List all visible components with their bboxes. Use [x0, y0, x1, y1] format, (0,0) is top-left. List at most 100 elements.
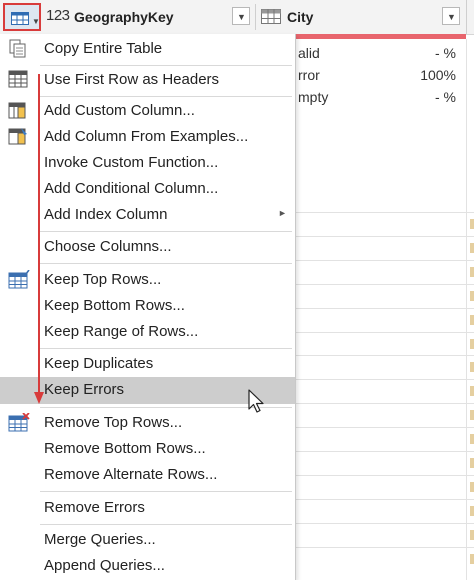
chevron-down-icon: ▼ — [32, 17, 40, 26]
menu-item-use-first-row-as-headers[interactable]: Use First Row as Headers — [0, 67, 295, 94]
menu-item-keep-bottom-rows[interactable]: Keep Bottom Rows... — [0, 293, 295, 320]
table-cell[interactable] — [470, 458, 474, 468]
table-cell[interactable] — [470, 339, 474, 349]
table-cell[interactable] — [470, 219, 474, 229]
number-type-icon[interactable]: 123 — [46, 7, 70, 24]
table-row-divider — [296, 355, 474, 356]
menu-item-label: Copy Entire Table — [44, 40, 163, 57]
menu-item-append-queries[interactable]: Append Queries... — [0, 553, 295, 580]
table-row-divider — [296, 427, 474, 428]
menu-item-merge-queries[interactable]: Merge Queries... — [0, 527, 295, 554]
menu-item-label: Add Index Column — [44, 206, 168, 223]
menu-item-label: Keep Top Rows... — [44, 271, 162, 288]
empty-value: - % — [435, 89, 456, 105]
empty-label: mpty — [298, 89, 329, 105]
table-row-divider — [296, 475, 474, 476]
menu-separator — [40, 65, 292, 66]
menu-item-label: Remove Bottom Rows... — [44, 440, 206, 457]
table-row-divider — [296, 284, 474, 285]
menu-item-label: Add Custom Column... — [44, 102, 195, 119]
table-cell[interactable] — [470, 506, 474, 516]
menu-item-add-column-from-examples[interactable]: Add Column From Examples... — [0, 124, 295, 151]
menu-separator — [40, 524, 292, 525]
table-cell[interactable] — [470, 434, 474, 444]
next-column-header[interactable] — [466, 0, 474, 34]
menu-item-keep-top-rows[interactable]: Keep Top Rows... — [0, 267, 295, 294]
table-context-menu: Copy Entire Table Use First Row as Heade… — [0, 34, 296, 580]
menu-item-choose-columns[interactable]: Choose Columns... — [0, 234, 295, 261]
column-name-geographykey[interactable]: GeographyKey — [74, 9, 174, 25]
menu-item-add-conditional-column[interactable]: Add Conditional Column... — [0, 176, 295, 203]
menu-separator — [40, 96, 292, 97]
mouse-cursor-icon — [248, 389, 264, 413]
table-row-divider — [296, 451, 474, 452]
table-row-divider — [296, 499, 474, 500]
error-value: 100% — [420, 67, 456, 83]
menu-separator — [40, 491, 292, 492]
table-row-divider — [296, 308, 474, 309]
table-cell[interactable] — [470, 554, 474, 564]
error-label: rror — [298, 67, 320, 83]
column-header-bar: ▼ 123 GeographyKey ▼ City ▼ — [0, 0, 474, 35]
menu-item-copy-entire-table[interactable]: Copy Entire Table — [0, 36, 295, 63]
column-filter-button-city[interactable]: ▼ — [442, 7, 460, 25]
menu-item-label: Keep Bottom Rows... — [44, 297, 185, 314]
menu-item-keep-range-of-rows[interactable]: Keep Range of Rows... — [0, 319, 295, 346]
table-menu-button[interactable]: ▼ — [3, 3, 41, 31]
table-row-divider — [296, 547, 474, 548]
menu-item-invoke-custom-function[interactable]: Invoke Custom Function... — [0, 150, 295, 177]
table-row-divider — [296, 403, 474, 404]
table-row-divider — [296, 212, 474, 213]
menu-item-label: Remove Errors — [44, 499, 145, 516]
menu-separator — [40, 263, 292, 264]
valid-value: - % — [435, 45, 456, 61]
valid-label: alid — [298, 45, 320, 61]
table-cell[interactable] — [470, 362, 474, 372]
column-name-city[interactable]: City — [287, 9, 313, 25]
menu-item-label: Append Queries... — [44, 557, 165, 574]
table-row-divider — [296, 523, 474, 524]
table-row-divider — [296, 236, 474, 237]
menu-separator — [40, 348, 292, 349]
menu-item-add-index-column[interactable]: Add Index Column ► — [0, 202, 295, 229]
menu-item-label: Keep Duplicates — [44, 355, 154, 372]
column-examples-icon — [8, 128, 27, 145]
table-cell[interactable] — [470, 482, 474, 492]
menu-item-label: Merge Queries... — [44, 531, 156, 548]
menu-item-label: Remove Alternate Rows... — [44, 466, 218, 483]
table-cell[interactable] — [470, 410, 474, 420]
remove-rows-icon — [8, 413, 30, 432]
copy-table-icon — [9, 39, 26, 58]
table-row-divider — [296, 379, 474, 380]
text-type-icon[interactable] — [261, 9, 281, 24]
annotation-arrow — [34, 74, 44, 404]
table-cell[interactable] — [470, 267, 474, 277]
column-quality-error-bar — [296, 34, 466, 39]
custom-column-icon — [8, 102, 26, 119]
chevron-down-icon: ▼ — [237, 12, 246, 22]
menu-item-label: Add Conditional Column... — [44, 180, 219, 197]
table-cell[interactable] — [470, 243, 474, 253]
menu-item-label: Add Column From Examples... — [44, 128, 249, 145]
menu-item-remove-errors[interactable]: Remove Errors — [0, 495, 295, 522]
column-divider — [255, 4, 256, 30]
menu-item-label: Choose Columns... — [44, 238, 172, 255]
table-row-divider — [296, 332, 474, 333]
table-cell[interactable] — [470, 291, 474, 301]
menu-item-label: Use First Row as Headers — [44, 71, 220, 88]
table-cell[interactable] — [470, 386, 474, 396]
table-icon — [11, 12, 29, 25]
menu-item-remove-bottom-rows[interactable]: Remove Bottom Rows... — [0, 436, 295, 463]
table-cell[interactable] — [470, 530, 474, 540]
table-cell[interactable] — [470, 315, 474, 325]
column-filter-button-geographykey[interactable]: ▼ — [232, 7, 250, 25]
menu-item-label: Remove Top Rows... — [44, 414, 183, 431]
menu-item-keep-duplicates[interactable]: Keep Duplicates — [0, 351, 295, 378]
menu-item-label: Keep Errors — [44, 381, 125, 398]
menu-item-label: Invoke Custom Function... — [44, 154, 219, 171]
table-row-divider — [296, 260, 474, 261]
menu-item-remove-alternate-rows[interactable]: Remove Alternate Rows... — [0, 462, 295, 489]
keep-rows-icon — [8, 270, 30, 289]
menu-item-add-custom-column[interactable]: Add Custom Column... — [0, 98, 295, 125]
menu-item-label: Keep Range of Rows... — [44, 323, 199, 340]
